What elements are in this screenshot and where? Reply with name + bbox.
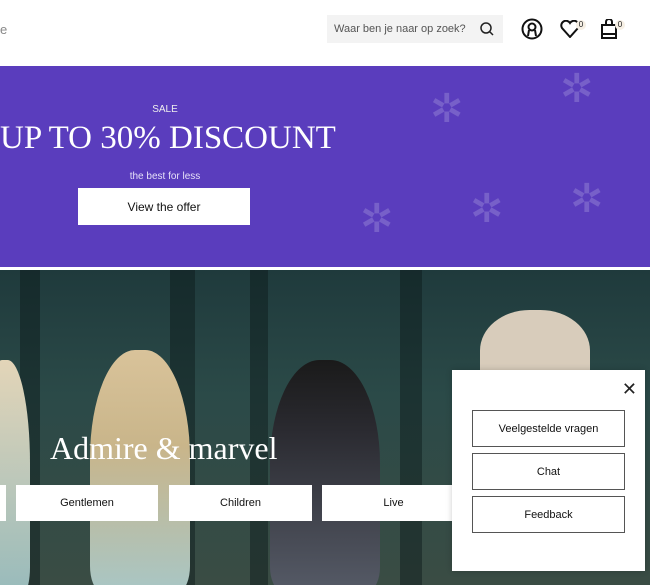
tree <box>250 270 268 585</box>
help-panel: ✕ Veelgestelde vragen Chat Feedback <box>452 370 645 571</box>
sale-banner[interactable]: ✲ ✲ ✲ ✲ ✲ SALE UP TO 30% DISCOUNT the be… <box>0 66 650 267</box>
close-icon[interactable]: ✕ <box>622 380 637 398</box>
search-input[interactable]: Waar ben je naar op zoek? <box>327 15 503 43</box>
faq-button[interactable]: Veelgestelde vragen <box>472 410 625 447</box>
logo-fragment[interactable]: e <box>0 22 7 37</box>
tree <box>400 270 422 585</box>
search-placeholder: Waar ben je naar op zoek? <box>334 23 466 35</box>
model <box>270 360 380 585</box>
account-icon[interactable] <box>521 18 543 40</box>
bee-decoration-icon: ✲ <box>470 187 504 231</box>
header: e Waar ben je naar op zoek? 0 0 <box>0 0 650 66</box>
banner-subtitle: the best for less <box>129 171 201 182</box>
cart-count: 0 <box>615 20 625 30</box>
bee-decoration-icon: ✲ <box>360 197 394 241</box>
category-gentlemen[interactable]: Gentlemen <box>16 485 158 521</box>
bee-decoration-icon: ✲ <box>570 177 604 221</box>
feedback-button[interactable]: Feedback <box>472 496 625 533</box>
model <box>90 350 190 585</box>
category-live[interactable]: Live <box>322 485 465 521</box>
search-icon[interactable] <box>479 21 495 37</box>
banner-title: UP TO 30% DISCOUNT <box>0 120 336 156</box>
wishlist-count: 0 <box>576 20 586 30</box>
chat-button[interactable]: Chat <box>472 453 625 490</box>
bee-decoration-icon: ✲ <box>430 87 464 131</box>
category-children[interactable]: Children <box>169 485 312 521</box>
banner-eyebrow: SALE <box>152 104 178 115</box>
view-offer-button[interactable]: View the offer <box>78 188 250 225</box>
hero-title: Admire & marvel <box>50 430 278 466</box>
bee-decoration-icon: ✲ <box>560 67 594 111</box>
category-button-partial[interactable] <box>0 485 6 521</box>
